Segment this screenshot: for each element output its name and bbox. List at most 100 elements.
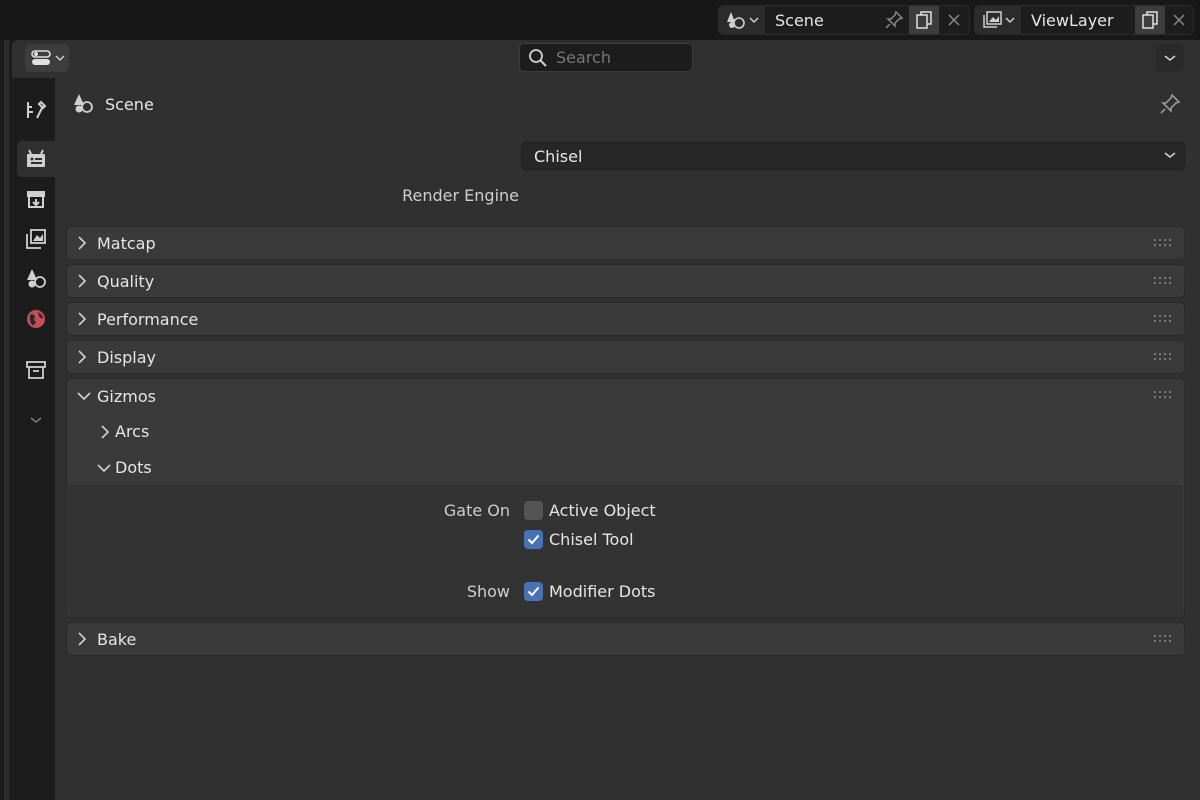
tab-scene[interactable] <box>17 261 55 297</box>
chevron-right-icon <box>101 424 110 439</box>
panel-matcap[interactable]: Matcap <box>66 226 1185 260</box>
chevron-down-icon <box>1164 55 1176 62</box>
checkbox-box[interactable] <box>524 582 543 601</box>
editor-type-button[interactable] <box>25 44 69 72</box>
scene-delete-button[interactable] <box>939 6 969 34</box>
drag-handle-icon[interactable] <box>1154 277 1172 285</box>
drag-handle-icon[interactable] <box>1154 315 1172 323</box>
checkbox-label: Active Object <box>549 501 656 520</box>
drag-handle-icon[interactable] <box>1154 391 1172 399</box>
panel-title: Performance <box>97 309 199 329</box>
checkbox-box[interactable] <box>524 501 543 520</box>
tab-tool[interactable] <box>17 92 55 128</box>
properties-tabs <box>12 78 55 800</box>
panel-title: Gizmos <box>97 386 156 406</box>
viewlayer-delete-button[interactable] <box>1165 6 1193 34</box>
scene-name-field[interactable]: Scene <box>765 6 879 34</box>
chevron-right-icon <box>78 312 87 326</box>
subpanel-title: Dots <box>115 458 152 477</box>
context-breadcrumb: Scene <box>71 92 154 116</box>
scene-icon <box>727 12 745 29</box>
render-engine-label: Render Engine <box>402 186 519 205</box>
collection-icon <box>26 361 46 379</box>
viewlayer-duplicate-button[interactable] <box>1135 6 1165 34</box>
render-engine-value: Chisel <box>534 146 583 166</box>
panel-gizmos-header[interactable]: Gizmos <box>67 379 1184 413</box>
chevron-right-icon <box>78 236 87 250</box>
chevron-down-icon <box>30 417 42 423</box>
tab-output[interactable] <box>17 181 55 217</box>
properties-content: Scene Render Engine Chisel Matcap Qualit… <box>55 78 1200 800</box>
drag-handle-icon[interactable] <box>1154 353 1172 361</box>
properties-editor-icon <box>30 50 51 65</box>
search-field[interactable] <box>519 43 693 72</box>
subpanel-dots[interactable]: Dots <box>97 458 152 477</box>
subpanel-arcs[interactable]: Arcs <box>99 422 149 441</box>
panel-title: Bake <box>97 629 137 649</box>
viewlayer-browse-button[interactable] <box>975 6 1021 34</box>
editor-header <box>12 40 1200 78</box>
panel-display[interactable]: Display <box>66 340 1185 374</box>
scene-icon <box>27 269 46 288</box>
close-icon <box>1173 14 1185 26</box>
panel-title: Matcap <box>97 233 156 253</box>
context-title: Scene <box>105 94 154 114</box>
pin-icon <box>1160 93 1181 114</box>
check-icon <box>527 586 540 597</box>
scene-pin-button[interactable] <box>879 6 909 34</box>
checkbox-box[interactable] <box>524 530 543 549</box>
chevron-down-icon <box>97 463 111 472</box>
check-icon <box>527 534 540 545</box>
checkbox-label: Modifier Dots <box>549 582 656 601</box>
chisel-tool-checkbox[interactable]: Chisel Tool <box>524 530 634 549</box>
subpanel-title: Arcs <box>115 422 150 441</box>
panel-gizmos: Gizmos Arcs Dots Gate On Active Object C… <box>66 378 1185 618</box>
panel-bake[interactable]: Bake <box>66 622 1185 656</box>
context-pin-button[interactable] <box>1158 92 1182 120</box>
chevron-down-icon <box>1005 17 1015 24</box>
chevron-down-icon <box>77 392 91 401</box>
top-bar: Scene ViewLayer <box>0 0 1200 40</box>
duplicate-icon <box>916 11 932 29</box>
panel-performance[interactable]: Performance <box>66 302 1185 336</box>
neighbor-editor-edge <box>0 40 12 800</box>
viewlayer-selector: ViewLayer <box>974 5 1194 35</box>
panel-title: Display <box>97 347 156 367</box>
scene-browse-button[interactable] <box>719 6 765 34</box>
world-icon <box>27 310 45 328</box>
properties-editor: Scene Render Engine Chisel Matcap Qualit… <box>12 40 1200 800</box>
tab-world[interactable] <box>17 301 55 337</box>
chevron-right-icon <box>78 350 87 364</box>
scene-duplicate-button[interactable] <box>909 6 939 34</box>
drag-handle-icon[interactable] <box>1154 635 1172 643</box>
chevron-down-icon <box>749 17 759 24</box>
checkbox-label: Chisel Tool <box>549 530 634 549</box>
chevron-down-icon <box>54 55 65 62</box>
render-icon <box>27 149 45 167</box>
render-engine-select[interactable]: Chisel <box>521 142 1185 170</box>
search-icon <box>529 48 547 67</box>
tabs-expand-button[interactable] <box>17 402 55 438</box>
search-input[interactable] <box>556 48 676 67</box>
panel-title: Quality <box>97 271 155 291</box>
options-dropdown[interactable] <box>1156 44 1184 72</box>
close-icon <box>948 14 960 26</box>
active-object-checkbox[interactable]: Active Object <box>524 501 656 520</box>
render-layers-icon <box>983 11 1002 28</box>
duplicate-icon <box>1142 11 1158 29</box>
chevron-right-icon <box>78 274 87 288</box>
tab-view-layer[interactable] <box>17 221 55 257</box>
dots-subpanel-body: Gate On Active Object Chisel Tool Show M… <box>68 485 1183 617</box>
drag-handle-icon[interactable] <box>1154 239 1172 247</box>
output-icon <box>27 191 45 208</box>
tab-render[interactable] <box>17 141 55 177</box>
panel-quality[interactable]: Quality <box>66 264 1185 298</box>
tab-collection[interactable] <box>17 352 55 388</box>
scene-selector: Scene <box>718 5 970 35</box>
gate-on-label: Gate On <box>443 501 510 520</box>
pin-icon <box>885 10 904 29</box>
scene-icon <box>74 94 93 113</box>
modifier-dots-checkbox[interactable]: Modifier Dots <box>524 582 656 601</box>
chevron-down-icon <box>1164 152 1176 159</box>
viewlayer-name-field[interactable]: ViewLayer <box>1021 6 1135 34</box>
